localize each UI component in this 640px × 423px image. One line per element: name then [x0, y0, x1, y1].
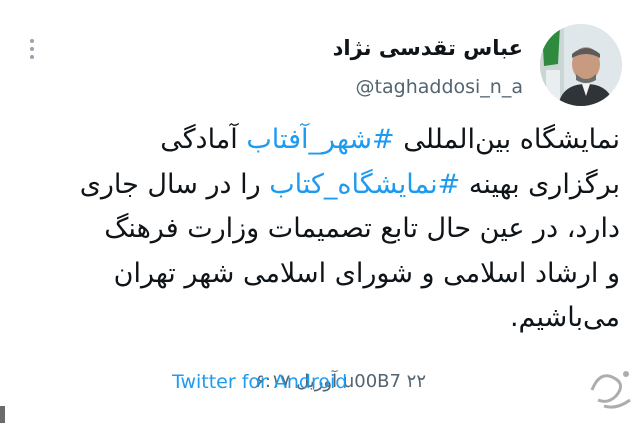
author-name[interactable]: عباس تقدسی نژاد: [333, 36, 523, 60]
site-logo-watermark-icon: [586, 360, 638, 418]
avatar[interactable]: [540, 24, 622, 106]
tweet-source[interactable]: Twitter for Android: [172, 371, 347, 393]
tweet-text-segment: دارد، در عین حال تابع تصمیمات وزارت فرهن…: [104, 213, 620, 244]
hashtag-link[interactable]: #نمایشگاه_کتاب: [269, 169, 460, 200]
tweet-text: نمایشگاه بین‌المللی #شهر_آفتاب آمادگی برگ…: [20, 118, 620, 341]
tweet-line: نمایشگاه بین‌المللی #شهر_آفتاب آمادگی: [20, 118, 620, 163]
tweet-text-segment: و ارشاد اسلامی و شورای اسلامی شهر تهران: [113, 257, 620, 289]
edge-divider: [0, 406, 5, 423]
tweet-text-segment: را در سال جاری: [79, 168, 270, 200]
avatar-portrait: [540, 24, 622, 106]
tweet-card: عباس تقدسی نژاد @taghaddosi_n_a نمایشگاه…: [0, 0, 640, 423]
tweet-line: می‌باشیم.: [20, 296, 620, 341]
tweet-text-segment: آمادگی: [160, 124, 247, 155]
tweet-line: دارد، در عین حال تابع تصمیمات وزارت فرهن…: [20, 207, 620, 252]
tweet-text-segment: برگزاری بهینه: [460, 168, 620, 200]
tweet-line: برگزاری بهینه #نمایشگاه_کتاب را در سال ج…: [20, 163, 620, 208]
tweet-text-segment: می‌باشیم.: [509, 302, 620, 333]
hashtag-link[interactable]: #شهر_آفتاب: [246, 124, 394, 155]
tweet-text-segment: نمایشگاه بین‌المللی: [394, 124, 620, 155]
tweet-line: و ارشاد اسلامی و شورای اسلامی شهر تهران: [20, 252, 620, 297]
more-options-icon[interactable]: [22, 36, 42, 62]
author-handle[interactable]: @taghaddosi_n_a: [356, 76, 523, 98]
